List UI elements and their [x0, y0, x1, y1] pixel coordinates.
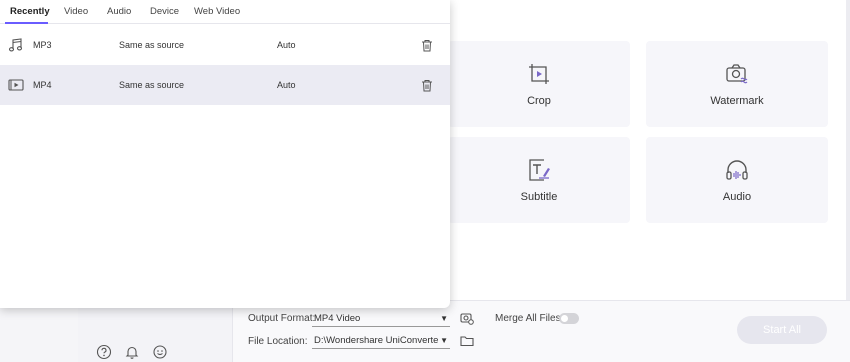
subtitle-tool-card[interactable]: Subtitle	[448, 137, 630, 223]
format-name: MP4	[33, 80, 52, 90]
tab-recently[interactable]: Recently	[10, 6, 50, 17]
bell-icon[interactable]	[124, 344, 140, 360]
crop-tool-card[interactable]: Crop	[448, 41, 630, 127]
format-tabs: Recently Video Audio Device Web Video	[0, 0, 450, 24]
chevron-down-icon: ▼	[440, 335, 448, 345]
format-resolution: Auto	[277, 80, 296, 90]
tab-audio[interactable]: Audio	[107, 6, 131, 17]
headphones-icon	[724, 157, 750, 183]
video-play-icon	[8, 78, 24, 92]
merge-all-files-toggle[interactable]	[559, 313, 579, 324]
file-location-value: D:\Wondershare UniConverter 1	[314, 334, 438, 346]
active-tab-indicator	[5, 22, 48, 24]
merge-all-files-label: Merge All Files:	[495, 313, 564, 324]
feedback-icon[interactable]	[152, 344, 168, 360]
format-name: MP3	[33, 40, 52, 50]
file-location-select[interactable]: D:\Wondershare UniConverter 1 ▼	[312, 332, 450, 349]
output-format-select[interactable]: MP4 Video ▼	[312, 310, 450, 327]
output-format-value: MP4 Video	[314, 312, 361, 324]
format-row-mp3[interactable]: MP3 Same as source Auto	[0, 25, 450, 65]
help-icon[interactable]	[96, 344, 112, 360]
crop-label: Crop	[527, 95, 551, 107]
format-settings-icon[interactable]	[460, 311, 474, 325]
output-format-popup: Recently Video Audio Device Web Video MP…	[0, 0, 450, 308]
subtitle-label: Subtitle	[520, 191, 558, 203]
trash-icon[interactable]	[421, 39, 433, 52]
format-resolution: Auto	[277, 40, 296, 50]
subtitle-icon	[526, 157, 552, 183]
format-row-mp4[interactable]: MP4 Same as source Auto	[0, 65, 450, 105]
tab-video[interactable]: Video	[64, 6, 88, 17]
audio-label: Audio	[722, 191, 752, 203]
output-format-label: Output Format:	[248, 313, 316, 324]
trash-icon[interactable]	[421, 79, 433, 92]
tab-web-video[interactable]: Web Video	[194, 6, 240, 17]
audio-tool-card[interactable]: Audio	[646, 137, 828, 223]
tab-device[interactable]: Device	[150, 6, 179, 17]
chevron-down-icon: ▼	[440, 313, 448, 323]
watermark-label: Watermark	[710, 95, 764, 107]
watermark-tool-card[interactable]: Watermark	[646, 41, 828, 127]
music-note-icon	[8, 38, 24, 52]
format-quality: Same as source	[119, 40, 185, 50]
file-location-label: File Location:	[248, 336, 308, 347]
start-all-button[interactable]: Start All	[737, 316, 827, 344]
format-quality: Same as source	[119, 80, 185, 90]
watermark-icon	[724, 61, 750, 87]
crop-icon	[526, 61, 552, 87]
folder-icon[interactable]	[460, 334, 474, 348]
